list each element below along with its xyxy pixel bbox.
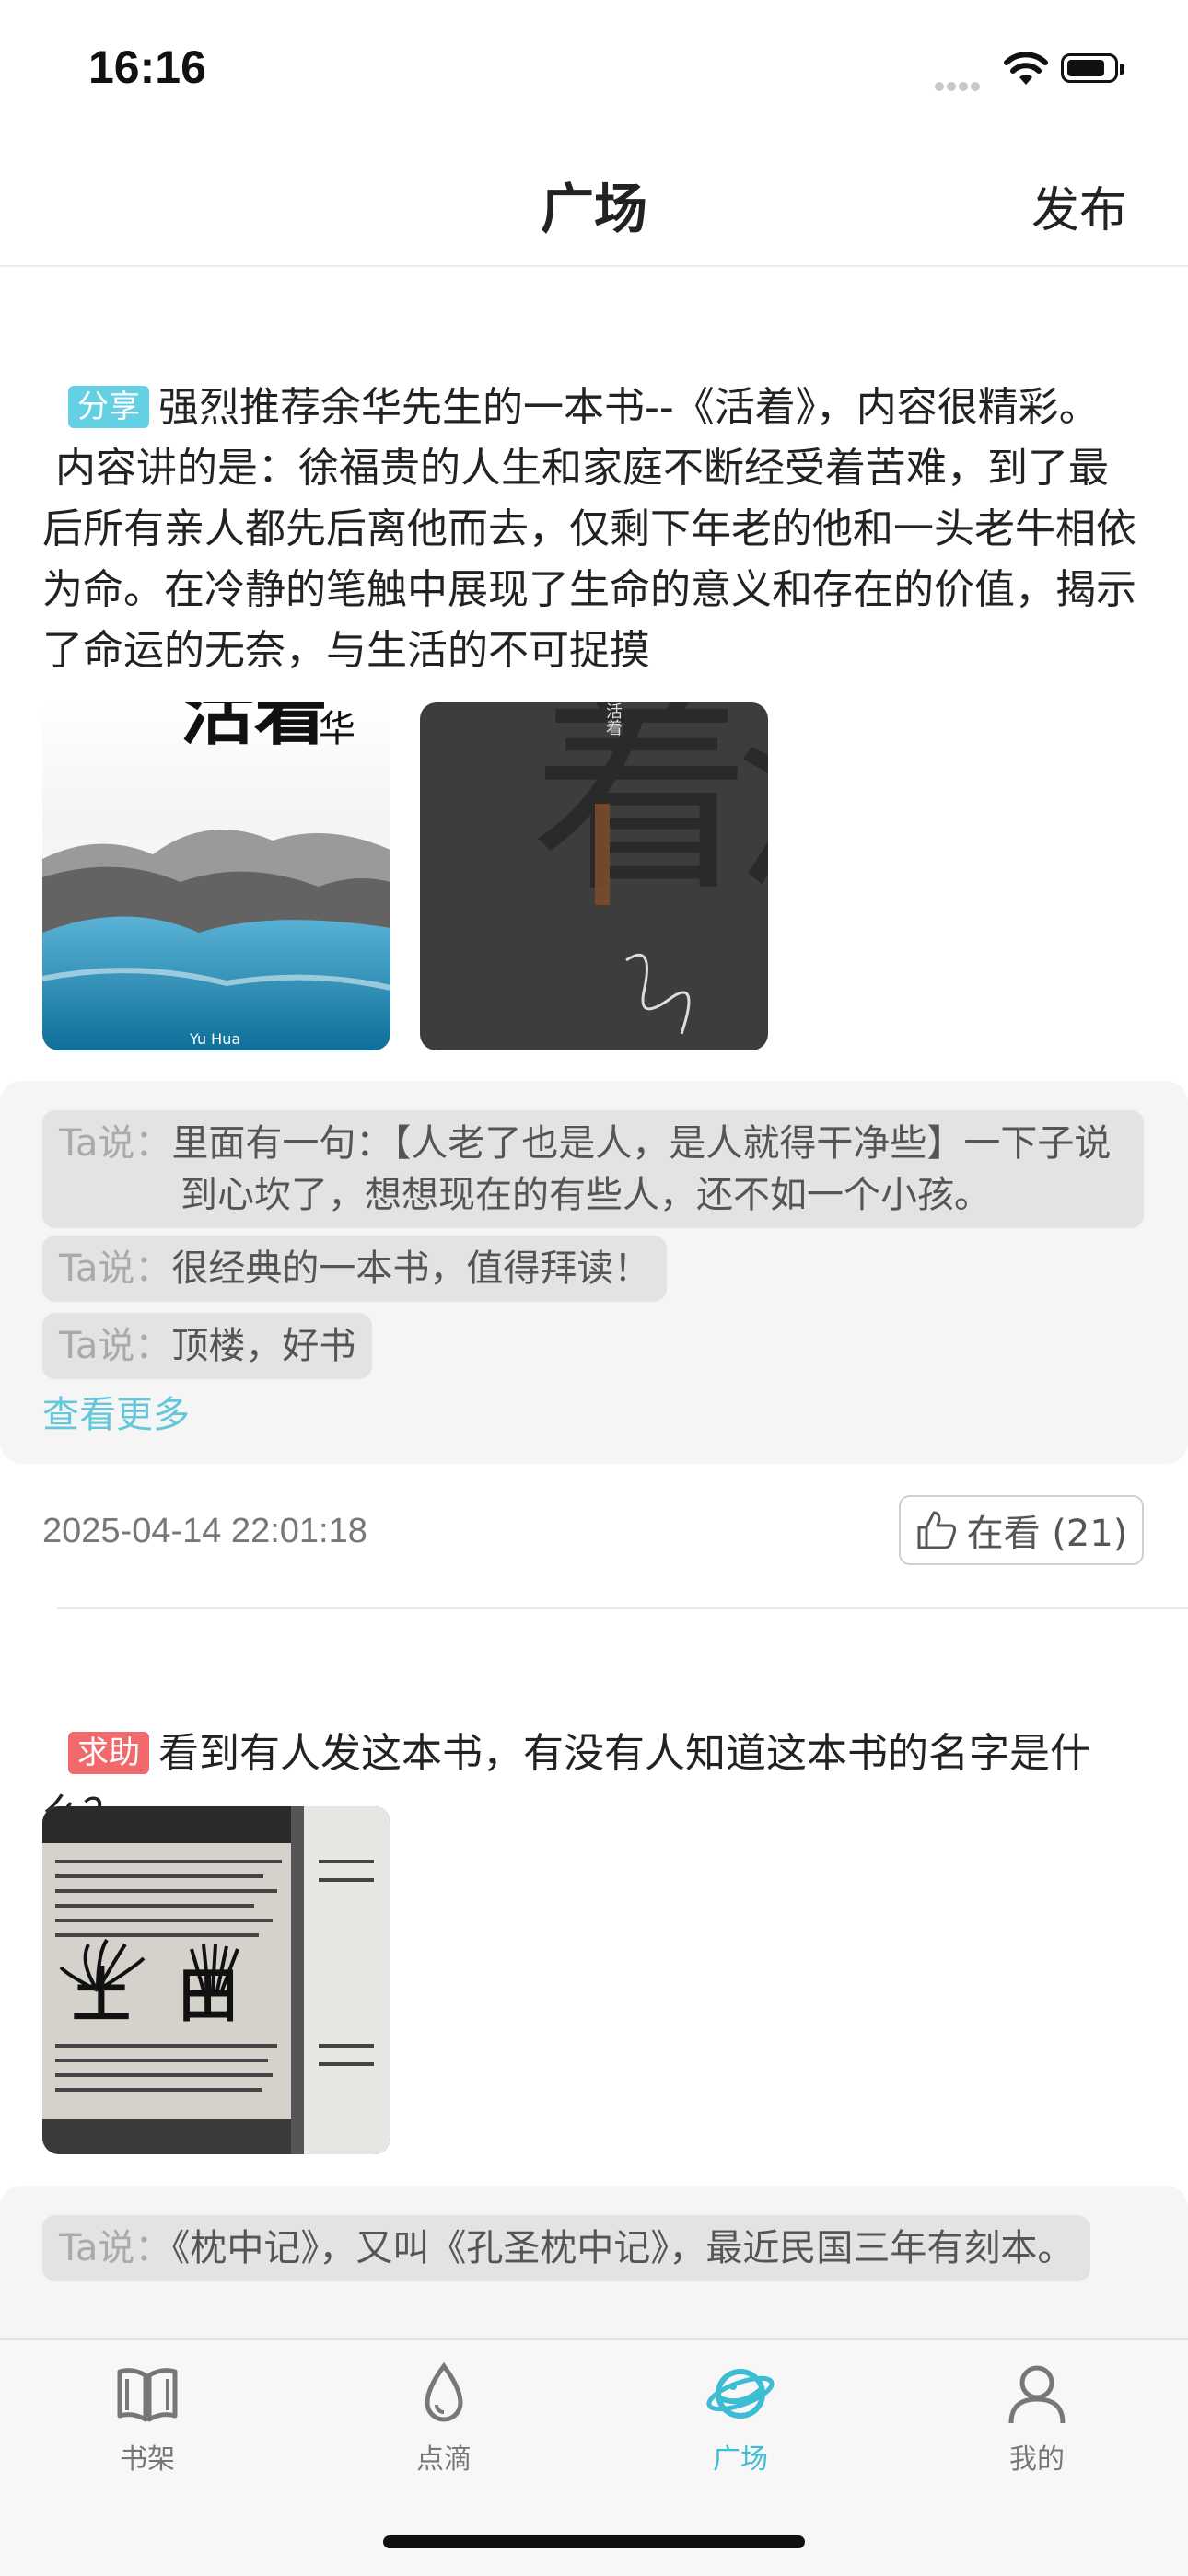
tab-square-label: 广场	[713, 2443, 768, 2476]
comment-4[interactable]: Ta说：《枕中记》，又叫《孔圣枕中记》，最近民国三年有刻本。	[42, 2215, 1091, 2281]
tab-moments-label: 点滴	[416, 2443, 472, 2476]
cover-2-small-title: 活着	[603, 702, 623, 736]
cover-1-author: 华	[319, 708, 355, 750]
comment-4-text: 《枕中记》，又叫《孔圣枕中记》，最近民国三年有刻本。	[171, 2227, 1075, 2269]
battery-icon	[1061, 53, 1124, 83]
post-1-text: 强烈推荐余华先生的一本书--《活着》，内容很精彩。 内容讲的是：徐福贵的人生和家…	[42, 384, 1136, 674]
nav-bar: 广场 发布	[0, 138, 1188, 267]
cellular-signal-icon	[935, 77, 983, 95]
comment-4-author: Ta说：	[59, 2227, 172, 2269]
wifi-icon	[1004, 52, 1048, 85]
publish-button[interactable]: 发布	[1031, 171, 1127, 240]
image-char-1: 土	[72, 1963, 131, 2031]
home-indicator	[383, 2535, 805, 2548]
comment-2[interactable]: Ta说：很经典的一本书，值得拜读！	[42, 1236, 668, 1302]
comment-2-author: Ta说：	[59, 1247, 172, 1290]
post-2-image[interactable]: 土 田	[42, 1806, 390, 2154]
tab-profile[interactable]: 我的	[963, 2361, 1111, 2477]
status-bar: 16:16	[0, 0, 1188, 138]
tab-bookshelf[interactable]: 书架	[74, 2361, 221, 2477]
page-title: 广场	[540, 178, 647, 240]
book-icon	[117, 2368, 178, 2422]
signature-scribble	[625, 953, 691, 1035]
post-1-image-2[interactable]: 活着 活着 余华	[420, 702, 768, 1050]
comment-2-text: 很经典的一本书，值得拜读！	[171, 1247, 651, 1290]
comment-1-text: 里面有一句：【人老了也是人，是人就得干净些】一下子说到心坎了，想想现在的有些人，…	[171, 1122, 1112, 1216]
tab-square[interactable]: 广场	[667, 2361, 814, 2477]
post-1-comments: Ta说：里面有一句：【人老了也是人，是人就得干净些】一下子说到心坎了，想想现在的…	[0, 1081, 1188, 1464]
post-divider	[57, 1607, 1188, 1609]
post-1-date: 2025-04-14 22:01:18	[42, 1512, 367, 1550]
thumbs-up-icon	[917, 1511, 956, 1549]
image-char-2: 田	[179, 1963, 238, 2031]
watching-button[interactable]: 在看 (21)	[899, 1495, 1144, 1565]
comment-3-text: 顶楼，好书	[171, 1325, 356, 1367]
comment-3-author: Ta说：	[59, 1325, 172, 1367]
tab-profile-label: 我的	[1009, 2443, 1065, 2476]
person-icon	[1008, 2365, 1066, 2424]
status-time: 16:16	[88, 41, 206, 93]
planet-icon	[706, 2369, 775, 2419]
tab-bookshelf-label: 书架	[120, 2443, 175, 2476]
cover-2-bookmark	[595, 804, 610, 905]
view-more-link[interactable]: 查看更多	[42, 1385, 190, 1438]
cover-1-small-text: Yu Hua	[190, 1030, 241, 1048]
comment-1-author: Ta说：	[59, 1122, 172, 1165]
share-tag: 分享	[67, 386, 149, 428]
comment-3[interactable]: Ta说：顶楼，好书	[42, 1313, 373, 1379]
cover-1-title-top: 活着	[181, 702, 328, 755]
comment-1[interactable]: Ta说：里面有一句：【人老了也是人，是人就得干净些】一下子说到心坎了，想想现在的…	[42, 1110, 1144, 1228]
watching-label: 在看 (21)	[966, 1513, 1128, 1555]
tab-moments[interactable]: 点滴	[370, 2361, 518, 2477]
cover-2-signature: 余华	[610, 951, 611, 952]
post-1-text-block[interactable]: 分享 强烈推荐余华先生的一本书--《活着》，内容很精彩。 内容讲的是：徐福贵的人生…	[42, 317, 1147, 681]
post-1-image-1[interactable]: 活着 华 Yu Hua	[42, 702, 390, 1050]
drop-icon	[425, 2361, 463, 2422]
help-tag: 求助	[67, 1732, 149, 1774]
